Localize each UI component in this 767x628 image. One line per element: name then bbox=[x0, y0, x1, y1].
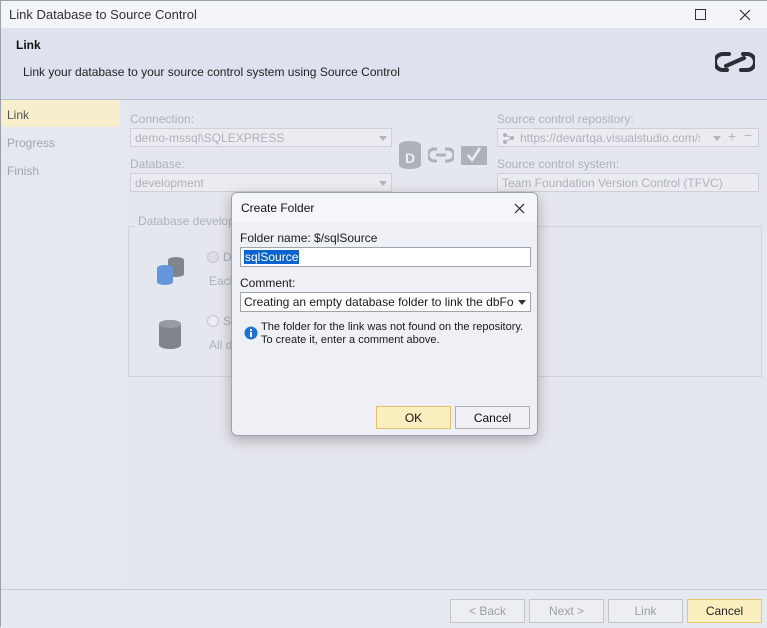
folder-name-input[interactable]: sqlSource bbox=[240, 247, 531, 267]
dialog-title: Create Folder bbox=[241, 201, 315, 215]
maximize-icon bbox=[694, 9, 706, 20]
main-window: Link Database to Source Control Link Lin… bbox=[0, 0, 767, 628]
comment-value: Creating an empty database folder to lin… bbox=[244, 295, 531, 309]
chain-link-icon bbox=[715, 52, 755, 72]
back-button[interactable]: < Back bbox=[450, 599, 525, 623]
dialog-title-bar: Create Folder bbox=[232, 193, 537, 222]
close-window-button[interactable] bbox=[722, 1, 767, 28]
next-button[interactable]: Next > bbox=[529, 599, 604, 623]
create-folder-dialog: Create Folder Folder name: $/sqlSource s… bbox=[231, 192, 538, 436]
folder-name-value: sqlSource bbox=[244, 250, 300, 264]
comment-label: Comment: bbox=[240, 276, 296, 290]
info-icon bbox=[244, 326, 258, 340]
dialog-close-button[interactable] bbox=[508, 197, 530, 219]
close-icon bbox=[739, 9, 751, 20]
close-icon bbox=[514, 203, 524, 213]
comment-combo[interactable]: Creating an empty database folder to lin… bbox=[240, 292, 531, 312]
title-bar: Link Database to Source Control bbox=[1, 1, 767, 28]
wizard-header: Link Link your database to your source c… bbox=[1, 28, 767, 100]
folder-name-label: Folder name: $/sqlSource bbox=[240, 231, 378, 245]
info-line-1: The folder for the link was not found on… bbox=[261, 321, 524, 333]
wizard-footer: < Back Next > Link Cancel bbox=[1, 589, 767, 628]
chevron-down-icon bbox=[518, 300, 526, 305]
info-line-2: To create it, enter a comment above. bbox=[261, 334, 440, 346]
link-button[interactable]: Link bbox=[608, 599, 683, 623]
cancel-button[interactable]: Cancel bbox=[687, 599, 762, 623]
page-title: Link bbox=[16, 38, 41, 52]
window-title: Link Database to Source Control bbox=[9, 7, 197, 22]
page-description: Link your database to your source contro… bbox=[23, 65, 400, 79]
maximize-button[interactable] bbox=[677, 1, 723, 28]
ok-button[interactable]: OK bbox=[376, 406, 451, 429]
dialog-cancel-button[interactable]: Cancel bbox=[455, 406, 530, 429]
